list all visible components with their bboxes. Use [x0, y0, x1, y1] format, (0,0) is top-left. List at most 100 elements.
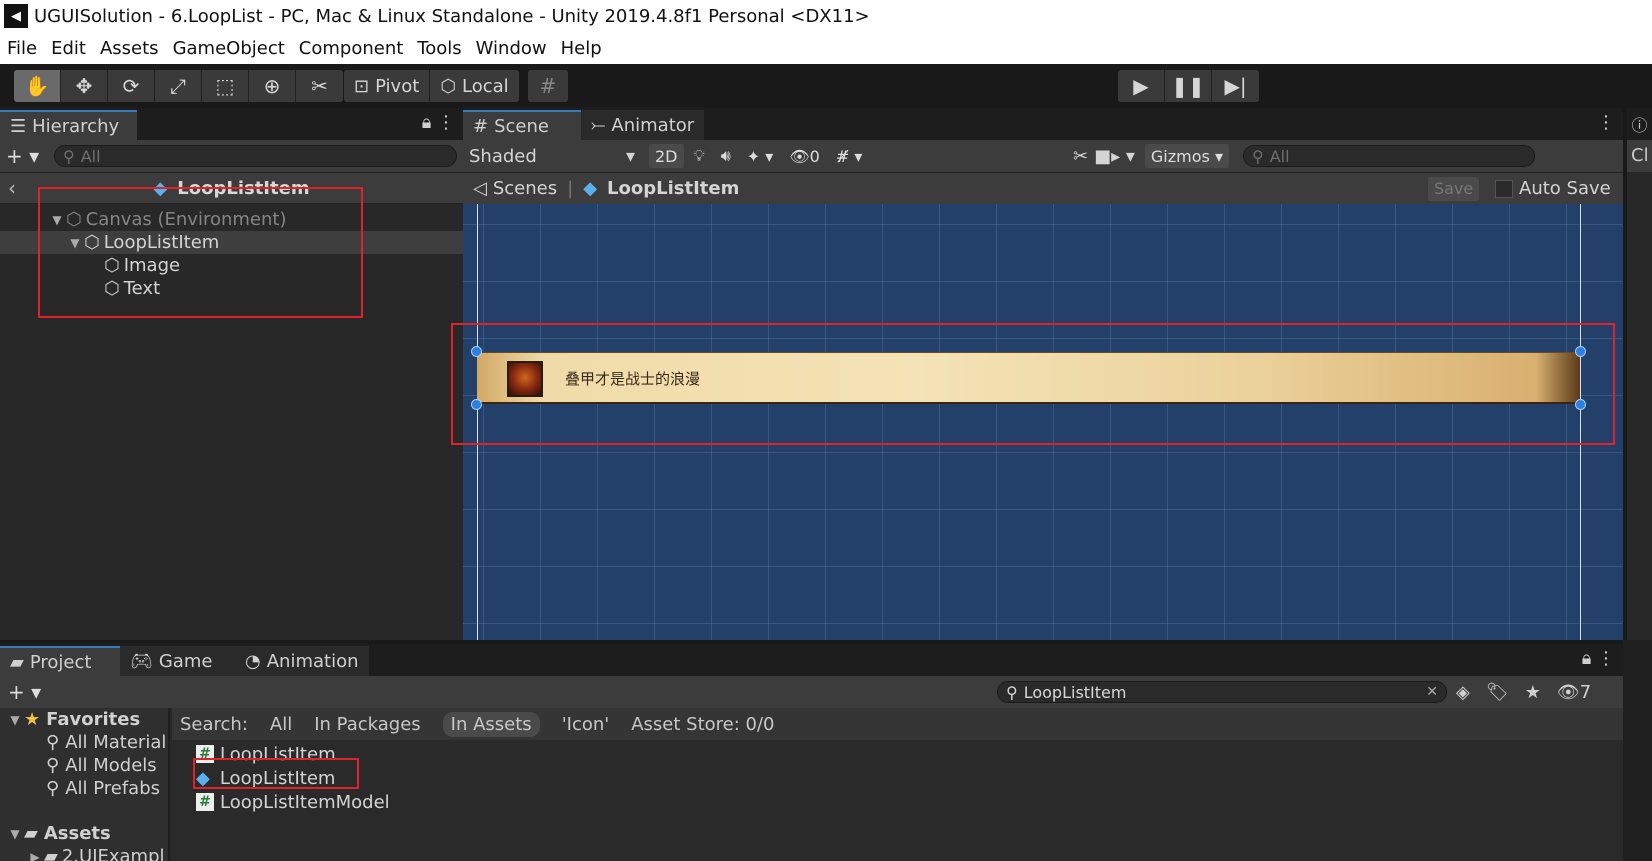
camera-icon[interactable]: ■▸ ▾ — [1094, 146, 1135, 167]
scope-all[interactable]: All — [270, 714, 292, 735]
unity-logo-icon: ◀ — [4, 4, 28, 28]
favorite-star-icon[interactable]: ★ — [1525, 682, 1541, 703]
hand-tool-icon[interactable]: ✋ — [14, 70, 61, 102]
scope-in-packages[interactable]: In Packages — [314, 714, 420, 735]
favorites-item[interactable]: ▼ ★ Favorites — [0, 708, 168, 731]
tab-game[interactable]: 🎮︎ Game — [120, 646, 235, 676]
highlight-box-hierarchy — [38, 187, 363, 318]
scale-tool-icon[interactable]: ⤢ — [155, 70, 202, 102]
create-dropdown-icon[interactable]: + ▾ — [8, 680, 48, 704]
breadcrumb-prefab[interactable]: ◆ LoopListItem — [583, 178, 739, 199]
transform-tool-icon[interactable]: ⊕ — [249, 70, 296, 102]
hidden-objects-toggle[interactable]: 👁︎ 0 — [783, 144, 826, 168]
inspector-strip: ⓘ Cl — [1623, 108, 1652, 640]
favorite-all-material[interactable]: ⚲ All Material — [0, 731, 168, 754]
tab-hierarchy[interactable]: ☰ Hierarchy — [0, 110, 137, 140]
scene-menu-icon[interactable]: ⋮ — [1597, 112, 1615, 133]
animation-clock-icon: ◔ — [245, 650, 261, 672]
assets-folder-item[interactable]: ▼ ▰ Assets — [0, 822, 168, 845]
favorite-all-prefabs[interactable]: ⚲ All Prefabs — [0, 777, 168, 800]
tab-scene[interactable]: # Scene — [463, 110, 581, 140]
shading-dropdown[interactable]: Shaded ▾ — [463, 146, 641, 167]
favorite-all-models[interactable]: ⚲ All Models — [0, 754, 168, 777]
rotate-tool-icon[interactable]: ⟳ — [108, 70, 155, 102]
back-arrow-icon[interactable]: ‹ — [8, 176, 16, 200]
menu-assets[interactable]: Assets — [100, 38, 159, 59]
results-list: # LoopListItem ◆ LoopListItem # LoopList… — [172, 740, 1623, 814]
clear-search-icon[interactable]: ✕ — [1426, 684, 1438, 700]
scope-icon[interactable]: 'Icon' — [562, 714, 610, 735]
filter-by-label-icon[interactable]: 🏷︎ — [1486, 682, 1509, 703]
menu-file[interactable]: File — [7, 38, 37, 59]
prefab-cube-icon: ◆ — [583, 178, 598, 199]
project-filter-tools: ◈ 🏷︎ ★ 👁︎7 — [1456, 682, 1591, 703]
project-tabbar: ▰ Project 🎮︎ Game ◔ Animation 🔒︎ ⋮ — [0, 644, 1623, 676]
collapsed-arrow-icon[interactable]: ▶ — [26, 850, 44, 861]
menu-gameobject[interactable]: GameObject — [173, 38, 285, 59]
filter-by-type-icon[interactable]: ◈ — [1456, 682, 1470, 703]
gamepad-icon: 🎮︎ — [130, 650, 153, 672]
folder-2-uiexample[interactable]: ▶ ▰ 2.UIExampl — [0, 845, 168, 861]
highlight-box-scene-item — [451, 323, 1615, 445]
scope-in-assets[interactable]: In Assets — [442, 711, 540, 737]
menu-window[interactable]: Window — [476, 38, 547, 59]
custom-tool-icon[interactable]: ✂ — [296, 70, 343, 102]
eye-slash-icon: 👁︎ — [1556, 681, 1580, 703]
gizmos-dropdown[interactable]: Gizmos ▾ — [1144, 144, 1229, 168]
menu-component[interactable]: Component — [299, 38, 404, 59]
project-panel: ▰ Project 🎮︎ Game ◔ Animation 🔒︎ ⋮ + ▾ ⚲… — [0, 640, 1623, 861]
scope-asset-store[interactable]: Asset Store: 0/0 — [631, 714, 774, 735]
lighting-icon[interactable]: 💡︎ — [688, 144, 711, 168]
hierarchy-menu[interactable]: 🔒︎ ⋮ — [422, 112, 455, 133]
create-dropdown-icon[interactable]: + ▾ — [6, 144, 46, 168]
project-search-input[interactable]: ⚲ LoopListItem ✕ — [997, 681, 1447, 703]
result-script-looplistitem[interactable]: # LoopListItem — [172, 742, 1623, 766]
tools-icon[interactable]: ✂ — [1073, 146, 1088, 167]
grid-toggle-icon[interactable]: #̸ ▾ — [830, 144, 869, 168]
animator-icon: ⤚ — [591, 114, 606, 136]
local-toggle-button[interactable]: ⬡ Local — [430, 70, 519, 102]
2d-toggle-button[interactable]: 2D — [649, 144, 684, 168]
grid-snap-icon[interactable]: # — [528, 70, 568, 102]
play-icon[interactable]: ▶ — [1118, 70, 1165, 102]
menu-tools[interactable]: Tools — [417, 38, 461, 59]
search-icon: ⚲ — [63, 146, 75, 166]
result-prefab-looplistitem[interactable]: ◆ LoopListItem — [172, 766, 1623, 790]
lock-icon[interactable]: 🔒︎ — [422, 112, 432, 133]
tab-animator[interactable]: ⤚ Animator — [581, 110, 705, 140]
tab-project[interactable]: ▰ Project — [0, 646, 120, 676]
breadcrumb-scenes[interactable]: ◁ Scenes — [473, 178, 557, 199]
pause-icon[interactable]: ❚❚ — [1165, 70, 1212, 102]
info-icon[interactable]: ⓘ — [1627, 108, 1652, 140]
menu-help[interactable]: Help — [561, 38, 602, 59]
expand-arrow-icon[interactable]: ▼ — [6, 713, 24, 727]
hierarchy-search-input[interactable]: ⚲ All — [54, 145, 457, 167]
menu-edit[interactable]: Edit — [51, 38, 86, 59]
hierarchy-search-row: + ▾ ⚲ All — [0, 140, 463, 172]
auto-save-toggle[interactable]: Auto Save — [1495, 178, 1611, 199]
pivot-icon: ⊡ — [354, 75, 370, 97]
hidden-packages-toggle[interactable]: 👁︎7 — [1557, 682, 1591, 703]
scene-search-input[interactable]: ⚲ All — [1243, 145, 1535, 167]
result-script-looplistitemmodel[interactable]: # LoopListItemModel — [172, 790, 1623, 814]
project-search-results: Search: All In Packages In Assets 'Icon'… — [172, 708, 1623, 861]
save-button[interactable]: Save — [1428, 176, 1480, 201]
tab-animation[interactable]: ◔ Animation — [235, 646, 369, 676]
expand-arrow-icon[interactable]: ▼ — [6, 827, 24, 841]
window-title: UGUISolution - 6.LoopList - PC, Mac & Li… — [34, 5, 870, 27]
move-tool-icon[interactable]: ✥ — [61, 70, 108, 102]
project-menu[interactable]: 🔒︎ ⋮ — [1582, 648, 1615, 669]
scene-toolbar: Shaded ▾ 2D 💡︎ 🔊︎ ✦ ▾ 👁︎ 0 #̸ ▾ ✂ ■▸ ▾ Gi… — [463, 140, 1623, 172]
lock-icon[interactable]: 🔒︎ — [1582, 648, 1592, 669]
step-icon[interactable]: ▶| — [1212, 70, 1259, 102]
scene-right-tools: ✂ ■▸ ▾ Gizmos ▾ — [1073, 144, 1233, 168]
title-bar: ◀ UGUISolution - 6.LoopList - PC, Mac & … — [0, 0, 1652, 32]
rect-tool-icon[interactable]: ⬚ — [202, 70, 249, 102]
scene-tabbar: # Scene ⤚ Animator ⋮ — [463, 108, 1623, 140]
auto-save-checkbox[interactable] — [1495, 179, 1513, 198]
play-controls: ▶ ❚❚ ▶| — [1118, 70, 1259, 102]
effects-icon[interactable]: ✦ ▾ — [741, 144, 780, 168]
audio-icon[interactable]: 🔊︎ — [715, 144, 737, 168]
pivot-tools: ⊡ Pivot ⬡ Local — [344, 70, 519, 102]
pivot-toggle-button[interactable]: ⊡ Pivot — [344, 70, 431, 102]
